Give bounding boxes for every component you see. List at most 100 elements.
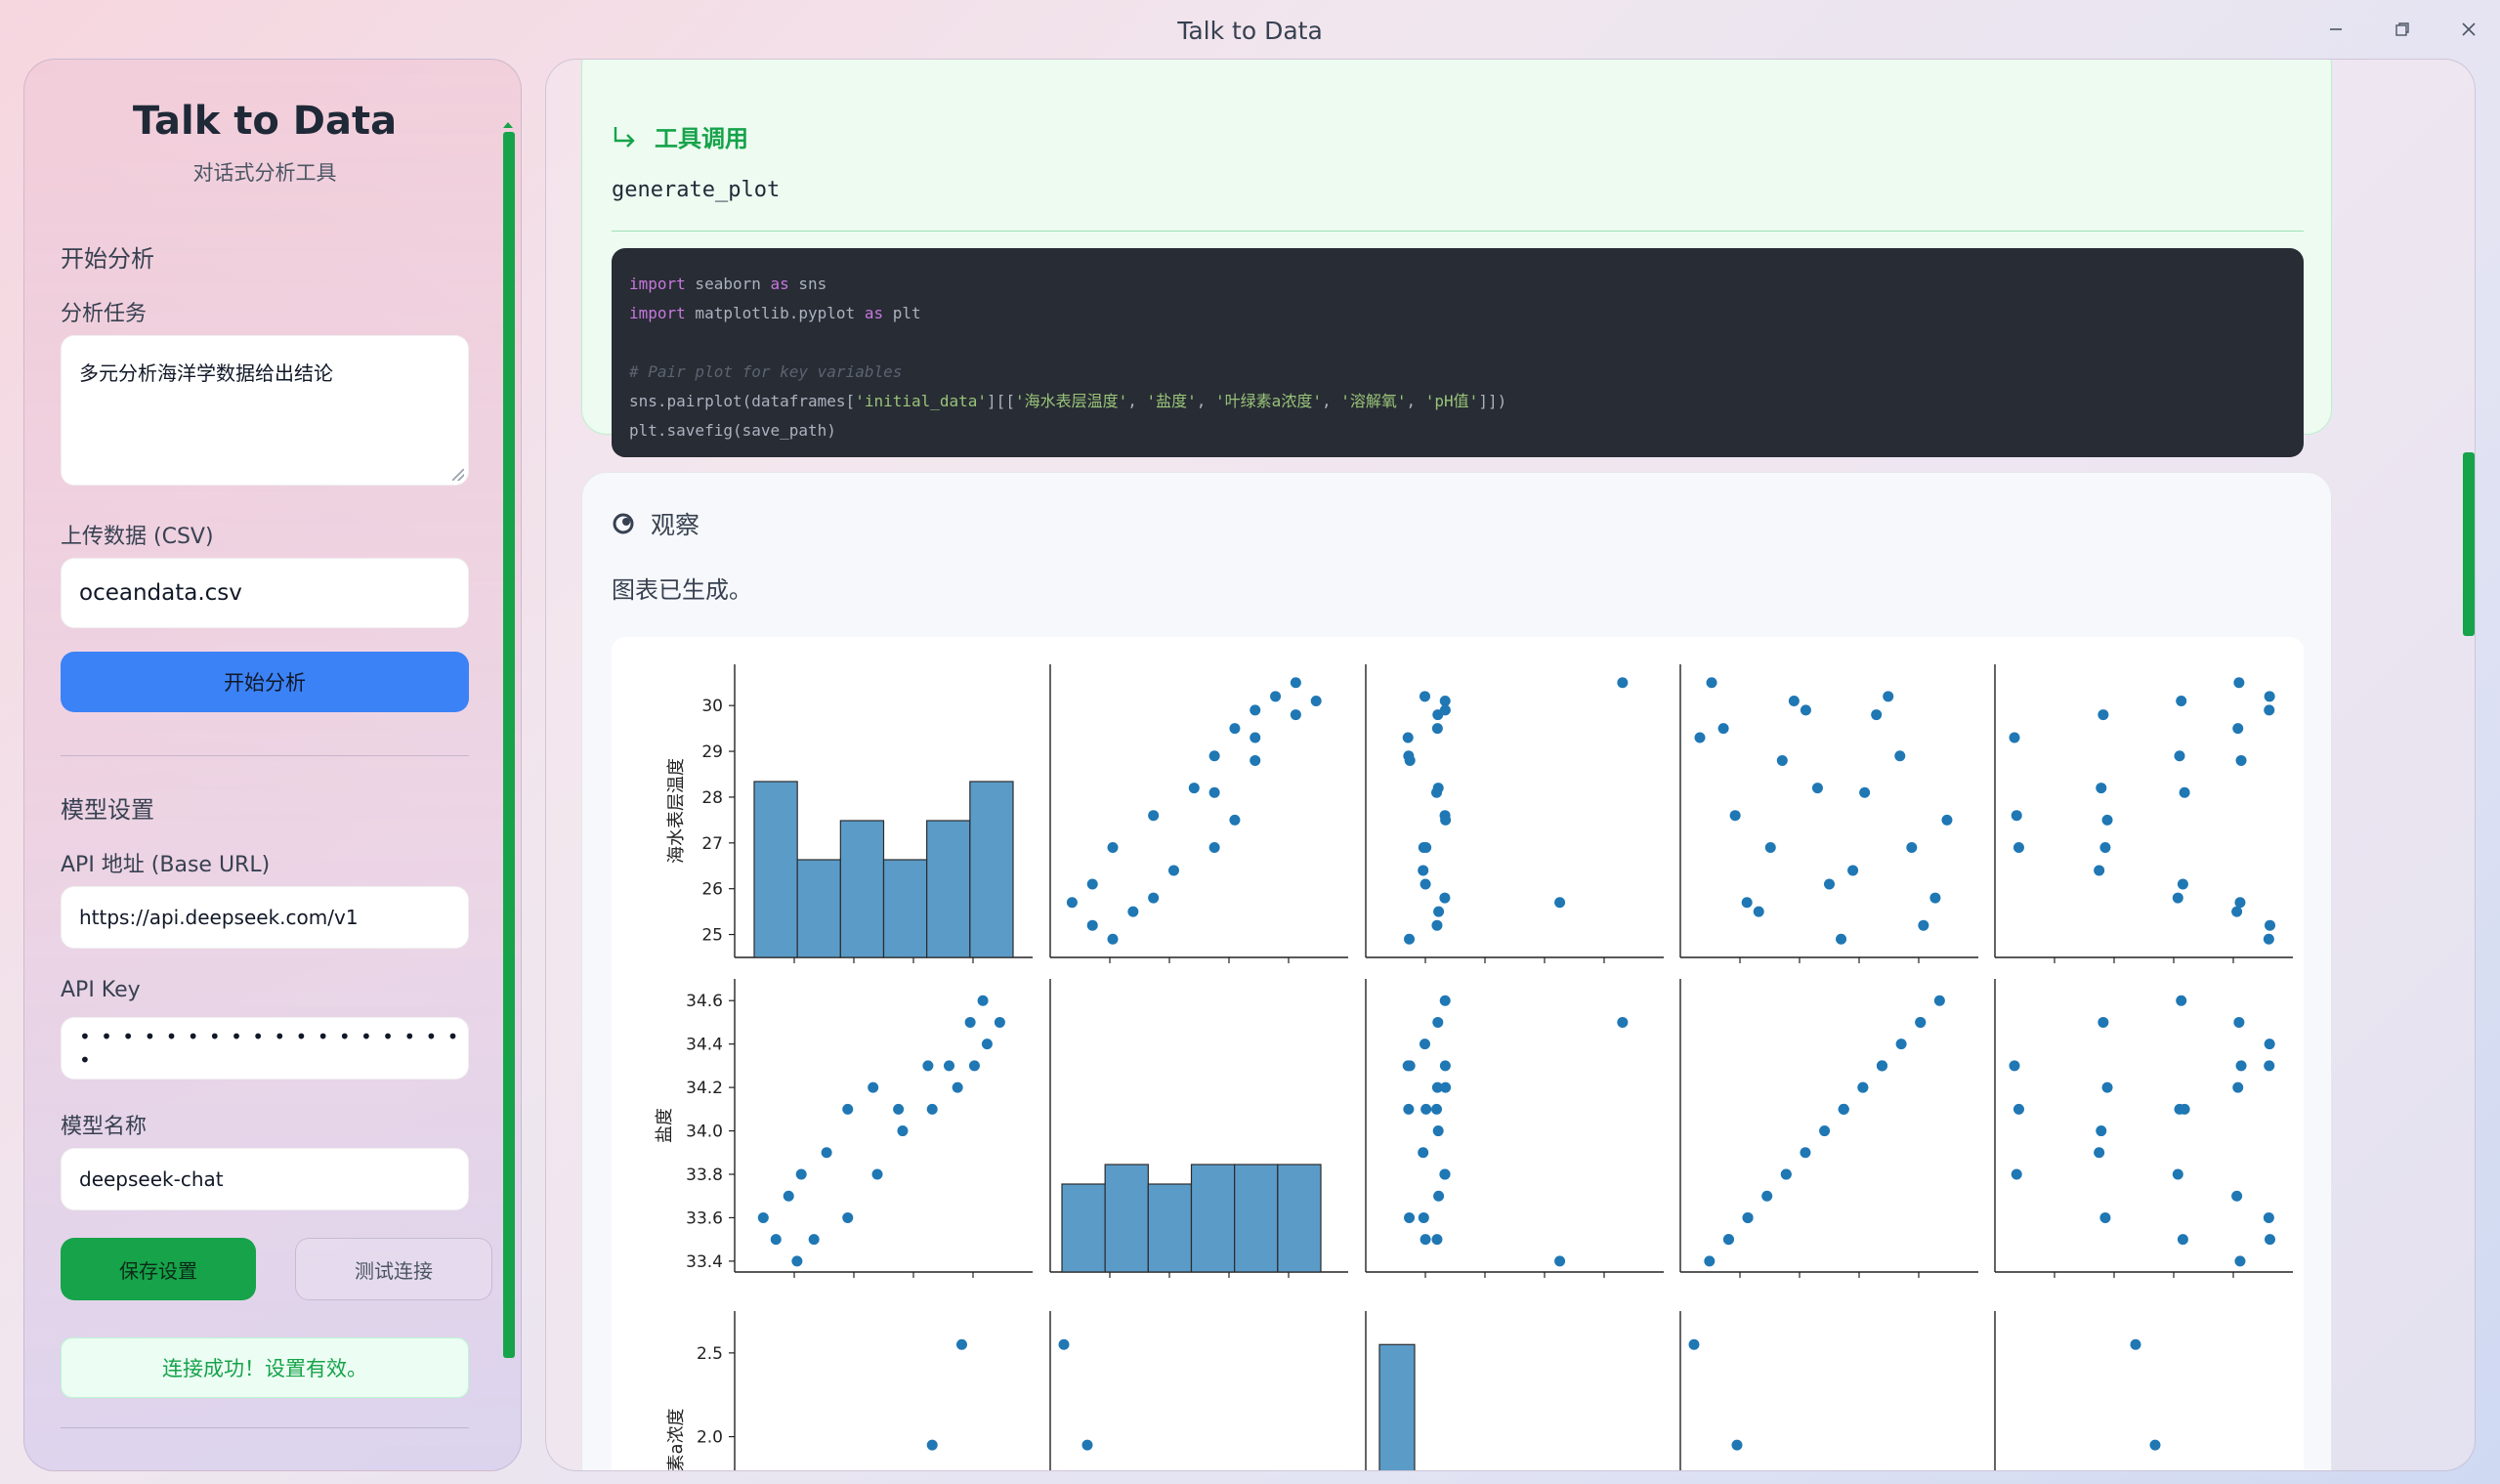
scatter-point (1208, 842, 1220, 853)
scatter-point (897, 1125, 909, 1137)
scatter-point (1741, 897, 1753, 909)
code-keyword: as (864, 304, 884, 322)
scatter-point (1439, 1060, 1451, 1072)
main-scrollbar[interactable] (2463, 452, 2475, 636)
code-text: , (1196, 392, 1216, 410)
base-url-input[interactable]: https://api.deepseek.com/v1 (61, 886, 469, 949)
close-icon[interactable] (2447, 10, 2490, 49)
scatter-point (1847, 865, 1859, 876)
test-connection-button[interactable]: 测试连接 (295, 1238, 492, 1300)
csv-file-input[interactable]: oceandata.csv (61, 558, 469, 628)
scatter-point (1894, 750, 1906, 762)
histogram-bar (796, 859, 841, 958)
scatter-point (1439, 995, 1451, 1006)
task-textarea[interactable]: 多元分析海洋学数据给出结论 (61, 335, 469, 486)
scatter-point (2179, 1103, 2190, 1115)
scatter-point (2099, 842, 2111, 853)
scatter-point (1431, 1103, 1443, 1115)
model-section-title: 模型设置 (61, 796, 154, 824)
code-text: sns.pairplot(dataframes[ (629, 392, 856, 410)
scatter-point (994, 1016, 1005, 1028)
model-name-input[interactable]: deepseek-chat (61, 1148, 469, 1210)
scatter-point (1439, 892, 1451, 904)
scatter-point (926, 1439, 938, 1451)
scatter-point (922, 1060, 934, 1072)
restore-icon[interactable] (2381, 10, 2424, 49)
scatter-point (2101, 1081, 2113, 1093)
scatter-point (1404, 754, 1416, 766)
scatter-point (1915, 1016, 1927, 1028)
scatter-point (944, 1060, 955, 1072)
scatter-point (1440, 1081, 1452, 1093)
save-settings-button[interactable]: 保存设置 (61, 1238, 256, 1300)
minimize-icon[interactable] (2314, 10, 2357, 49)
scatter-point (2013, 842, 2024, 853)
scatter-point (1704, 1255, 1716, 1267)
scatter-point (1838, 1103, 1849, 1115)
api-key-value: • • • • • • • • • • • • • • • • • • • (79, 1025, 461, 1072)
scatter-point (2264, 691, 2275, 702)
scatter-point (1895, 1039, 1907, 1050)
scatter-point (868, 1081, 879, 1093)
scatter-point (1876, 1060, 1887, 1072)
scatter-point (1420, 842, 1432, 853)
tool-call-card: 工具调用 generate_plot import seaborn as sns… (581, 60, 2332, 457)
tool-divider (612, 231, 2304, 232)
scatter-point (1824, 878, 1835, 890)
scatter-point (977, 995, 989, 1006)
scatter-point (2177, 878, 2188, 890)
tick-label: 34.6 (686, 992, 723, 1011)
code-text: matplotlib.pyplot (685, 304, 865, 322)
scatter-point (1617, 677, 1629, 689)
scatter-point (1418, 1147, 1429, 1159)
scatter-point (2011, 810, 2022, 822)
api-key-input[interactable]: • • • • • • • • • • • • • • • • • • • (61, 1017, 469, 1080)
scatter-point (1439, 1168, 1451, 1180)
scatter-point (1081, 1439, 1093, 1451)
observation-header: 观察 (612, 506, 699, 541)
scatter-point (1310, 696, 1322, 706)
histogram-bar (1061, 1183, 1106, 1273)
task-value: 多元分析海洋学数据给出结论 (79, 361, 333, 385)
scatter-point (968, 1060, 980, 1072)
scatter-point (2172, 1168, 2183, 1180)
observation-text: 图表已生成。 (612, 576, 752, 604)
scatter-point (1753, 906, 1764, 917)
scatter-point (2232, 1081, 2244, 1093)
scatter-point (2264, 1060, 2275, 1072)
scatter-point (842, 1103, 854, 1115)
scatter-point (2094, 865, 2105, 876)
scatter-point (1107, 842, 1119, 853)
scatter-point (1439, 696, 1451, 706)
scatter-point (1617, 1016, 1629, 1028)
code-text: ]]) (1478, 392, 1507, 410)
axis-label: 海水表层温度 (666, 758, 687, 864)
start-analysis-button[interactable]: 开始分析 (61, 652, 469, 712)
scatter-point (791, 1255, 803, 1267)
scatter-point (1694, 732, 1706, 743)
scatter-point (2233, 1016, 2245, 1028)
histogram-bar (926, 820, 971, 958)
tick-label: 26 (701, 880, 723, 900)
resize-handle-icon[interactable] (452, 469, 464, 481)
scatter-point (1929, 892, 1941, 904)
axis-label: 叶绿素a浓度 (666, 1408, 687, 1471)
model-name-value: deepseek-chat (79, 1167, 224, 1191)
scroll-up-icon[interactable] (503, 122, 513, 128)
code-block: import seaborn as sns import matplotlib.… (612, 248, 2304, 457)
scatter-point (1764, 842, 1776, 853)
code-text: seaborn (685, 275, 771, 293)
scatter-point (2235, 754, 2247, 766)
sidebar-scrollbar[interactable] (503, 132, 515, 1358)
tick-label: 33.4 (686, 1252, 723, 1272)
tool-call-header: 工具调用 (612, 119, 748, 153)
scatter-point (2177, 1234, 2188, 1246)
code-text: , (1406, 392, 1425, 410)
scatter-point (1788, 696, 1800, 706)
histogram-bar (1147, 1183, 1193, 1273)
scatter-point (1933, 995, 1945, 1006)
model-name-label: 模型名称 (61, 1115, 148, 1139)
scatter-point (1404, 1060, 1416, 1072)
scatter-point (770, 1234, 782, 1246)
code-string: 'initial_data' (855, 392, 988, 410)
